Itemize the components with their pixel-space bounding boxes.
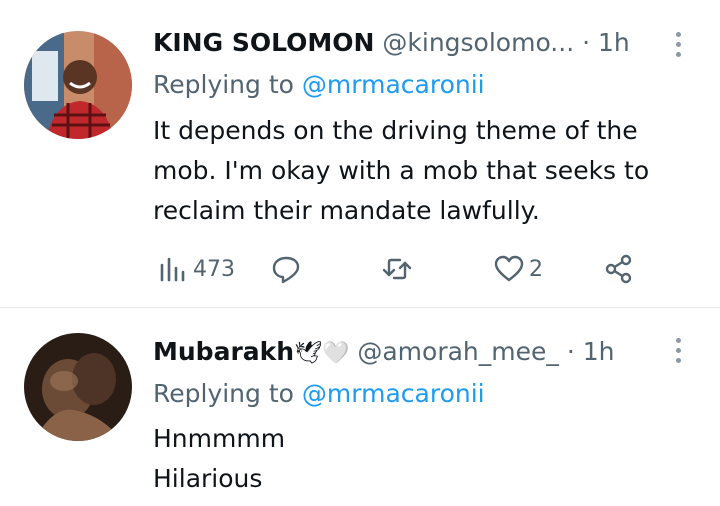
tweet-card[interactable]: Mubarakh🕊🤍 @amorah_mee_ · 1h Replying to…	[0, 309, 720, 506]
like-count: 2	[529, 256, 543, 282]
views-button[interactable]: 473	[157, 249, 235, 289]
user-handle[interactable]: @kingsolomo...	[382, 28, 574, 57]
tweet-header: Mubarakh🕊🤍 @amorah_mee_ · 1h	[153, 334, 680, 370]
like-button[interactable]: 2	[493, 249, 543, 289]
avatar[interactable]	[24, 31, 132, 139]
mention-link[interactable]: @mrmacaronii	[302, 70, 485, 99]
analytics-icon	[160, 257, 185, 282]
separator-dot: ·	[566, 337, 575, 366]
views-count: 473	[193, 256, 235, 282]
replying-to-label: Replying to	[153, 70, 294, 99]
mention-link[interactable]: @mrmacaronii	[302, 379, 485, 408]
replying-to-label: Replying to	[153, 379, 294, 408]
retweet-button[interactable]	[381, 249, 413, 289]
tweet-text-line: reclaim their mandate lawfully.	[153, 196, 540, 225]
reply-icon	[272, 256, 300, 284]
timestamp[interactable]: 1h	[598, 28, 630, 57]
avatar[interactable]	[24, 333, 132, 441]
user-handle[interactable]: @amorah_mee_	[357, 337, 559, 366]
separator-dot: ·	[582, 28, 591, 57]
tweet-header: KING SOLOMON @kingsolomo... · 1h	[153, 25, 680, 61]
tweet-text-line: Hilarious	[153, 464, 263, 493]
more-options-icon[interactable]	[668, 335, 688, 365]
more-options-icon[interactable]	[668, 29, 688, 59]
heart-icon	[494, 255, 524, 282]
reply-button[interactable]	[270, 249, 302, 289]
name-emoji: 🕊🤍	[294, 341, 350, 366]
tweet-text: It depends on the driving theme of the m…	[153, 111, 708, 231]
tweet-text-line: Hnmmmm	[153, 424, 286, 453]
display-name[interactable]: KING SOLOMON	[153, 28, 374, 57]
tweet-text-line: mob. I'm okay with a mob that seeks to	[153, 156, 650, 185]
retweet-icon	[382, 258, 412, 280]
tweet-actions: 473 2	[153, 249, 653, 289]
replying-to: Replying to @mrmacaronii	[153, 67, 485, 103]
timestamp[interactable]: 1h	[583, 337, 615, 366]
replying-to: Replying to @mrmacaronii	[153, 376, 485, 412]
share-button[interactable]	[603, 249, 635, 289]
tweet-text: Hnmmmm Hilarious	[153, 419, 708, 499]
display-name[interactable]: Mubarakh	[153, 337, 294, 366]
tweet-card[interactable]: KING SOLOMON @kingsolomo... · 1h Replyin…	[0, 0, 720, 308]
share-icon	[605, 254, 632, 284]
tweet-text-line: It depends on the driving theme of the	[153, 116, 638, 145]
